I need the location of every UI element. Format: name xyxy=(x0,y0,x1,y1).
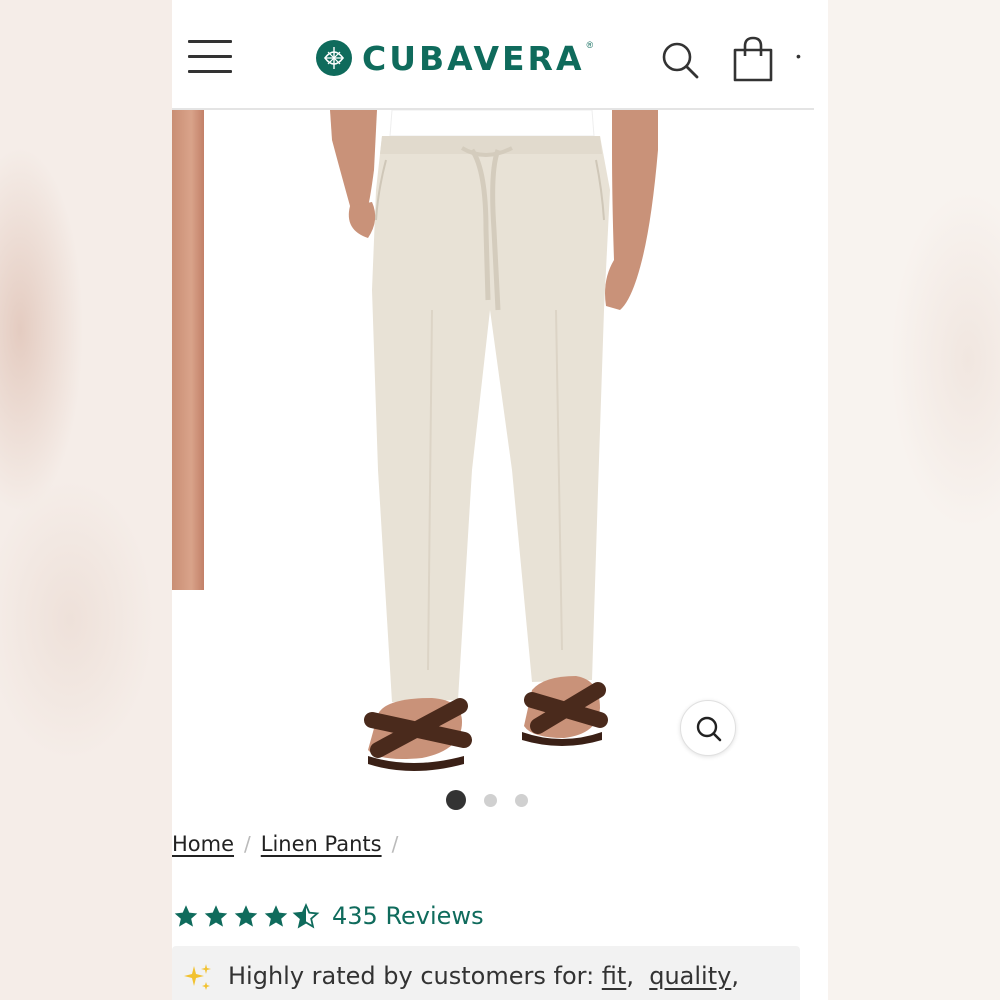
hamburger-menu-icon[interactable] xyxy=(188,40,232,76)
highlight-quality-link[interactable]: quality xyxy=(649,962,731,990)
breadcrumb-linen-pants[interactable]: Linen Pants xyxy=(261,832,382,856)
brand-logo[interactable]: CUBAVERA ® xyxy=(316,36,593,80)
sparkles-icon xyxy=(184,964,211,990)
carousel-dot-2[interactable] xyxy=(484,793,497,807)
highlight-text: Highly rated by customers for: fit, qual… xyxy=(228,962,739,990)
customer-highlights: Highly rated by customers for: fit, qual… xyxy=(172,946,800,1000)
star-icon xyxy=(174,904,198,927)
background-left-blur xyxy=(0,0,172,1000)
highlight-prefix: Highly rated by customers for: xyxy=(228,962,595,990)
product-rating: 435 Reviews xyxy=(172,902,484,930)
zoom-button[interactable] xyxy=(680,700,736,756)
breadcrumb-home[interactable]: Home xyxy=(172,832,234,856)
breadcrumb: Home / Linen Pants / xyxy=(172,832,398,856)
background-right-blur xyxy=(828,0,1000,1000)
reviews-link[interactable]: 435 Reviews xyxy=(332,902,484,930)
highlight-fit-link[interactable]: fit xyxy=(602,962,627,990)
palm-leaf-logo-icon xyxy=(316,40,352,76)
shopping-bag-icon[interactable] xyxy=(732,36,774,82)
star-icon xyxy=(264,904,288,927)
registered-mark: ® xyxy=(586,40,594,50)
breadcrumb-separator: / xyxy=(244,832,251,856)
carousel-dot-1[interactable] xyxy=(446,790,466,810)
star-icon xyxy=(204,904,228,927)
product-image-gallery[interactable] xyxy=(172,110,828,782)
brand-name: CUBAVERA xyxy=(362,38,585,78)
search-icon[interactable] xyxy=(660,40,700,80)
carousel-indicators xyxy=(446,790,528,810)
phone-screen: CUBAVERA ® • Home / Linen Pants / 435 Re… xyxy=(172,0,828,1000)
product-image[interactable] xyxy=(172,110,828,782)
zoom-icon xyxy=(696,716,722,742)
breadcrumb-separator: / xyxy=(391,832,399,856)
carousel-dot-3[interactable] xyxy=(515,793,528,807)
star-rating xyxy=(172,902,320,930)
site-header: CUBAVERA ® • xyxy=(172,0,814,110)
star-icon xyxy=(234,904,258,927)
overflow-dot: • xyxy=(796,48,801,64)
half-star-icon xyxy=(292,902,320,928)
